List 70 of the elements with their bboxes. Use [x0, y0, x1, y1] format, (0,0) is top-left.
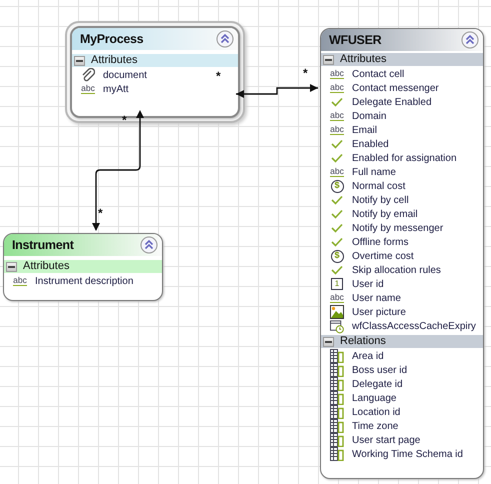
image-icon: [330, 305, 344, 319]
attribute-label: wfClassAccessCacheExpiry: [352, 320, 476, 334]
attribute-label: Domain: [352, 110, 386, 124]
calendar-clock-icon: [330, 318, 344, 334]
collapse-toggle[interactable]: [323, 336, 334, 346]
currency-icon: $: [330, 250, 344, 262]
checkmark-icon: [331, 139, 343, 149]
attribute-label: Area id: [352, 350, 384, 364]
collapse-button[interactable]: [140, 236, 158, 254]
table-link-icon: [330, 363, 344, 377]
attribute-label: Notify by email: [352, 208, 418, 222]
attribute-label: Contact messenger: [352, 82, 439, 96]
attribute-label: Notify by messenger: [352, 222, 444, 236]
attribute-label: Full name: [352, 166, 396, 180]
attribute-label: Email: [352, 124, 378, 138]
multiplicity-label: *: [98, 207, 103, 219]
multiplicity-label: *: [122, 114, 127, 126]
collapse-toggle[interactable]: [323, 54, 334, 64]
attribute-label: Overtime cost: [352, 250, 414, 264]
table-link-icon: [330, 405, 344, 419]
attribute-label: document: [103, 68, 147, 82]
attribute-label: User id: [352, 278, 384, 292]
number-type-icon: 1: [331, 278, 343, 290]
attribute-label: Skip allocation rules: [352, 264, 441, 278]
collapse-toggle[interactable]: [6, 262, 17, 272]
attribute-label: Instrument description: [35, 274, 134, 288]
attribute-label: Notify by cell: [352, 194, 409, 208]
checkmark-icon: [331, 153, 343, 163]
attribute-label: Contact cell: [352, 68, 404, 82]
attribute-label: User start page: [352, 434, 420, 448]
attribute-label: Location id: [352, 406, 400, 420]
collapse-toggle[interactable]: [74, 56, 85, 66]
entity-title: MyProcess: [80, 30, 144, 48]
entity-title: Instrument: [12, 236, 74, 254]
entity-title: WFUSER: [329, 32, 382, 49]
attribute-label: Enabled for assignation: [352, 152, 457, 166]
attribute-label: Delegate Enabled: [352, 96, 432, 110]
section-title: Attributes: [91, 53, 138, 68]
section-title: Attributes: [340, 52, 386, 68]
checkmark-icon: [331, 223, 343, 233]
attribute-label: User picture: [352, 306, 406, 320]
table-link-icon: [330, 433, 344, 447]
attribute-label: Normal cost: [352, 180, 406, 194]
checkmark-icon: [331, 237, 343, 247]
table-link-icon: [330, 349, 344, 363]
multiplicity-label: *: [216, 70, 221, 82]
checkmark-icon: [331, 265, 343, 275]
paperclip-icon: [81, 68, 95, 82]
multiplicity-label: *: [303, 67, 308, 79]
table-link-icon: [330, 377, 344, 391]
section-title: Relations: [340, 334, 386, 350]
table-link-icon: [330, 447, 344, 461]
attribute-label: User name: [352, 292, 401, 306]
checkmark-icon: [331, 195, 343, 205]
attribute-label: Language: [352, 392, 396, 406]
section-title: Attributes: [23, 259, 70, 274]
attribute-label: myAtt: [103, 82, 129, 96]
attribute-label: Time zone: [352, 420, 398, 434]
currency-icon: $: [330, 180, 344, 192]
checkmark-icon: [331, 209, 343, 219]
attribute-label: Boss user id: [352, 364, 408, 378]
attribute-label: Offline forms: [352, 236, 408, 250]
collapse-button[interactable]: [461, 31, 479, 49]
checkmark-icon: [331, 97, 343, 107]
table-link-icon: [330, 419, 344, 433]
attribute-label: Enabled: [352, 138, 389, 152]
attribute-label: Working Time Schema id: [352, 448, 463, 462]
table-link-icon: [330, 391, 344, 405]
attribute-label: Delegate id: [352, 378, 403, 392]
collapse-button[interactable]: [216, 30, 234, 48]
